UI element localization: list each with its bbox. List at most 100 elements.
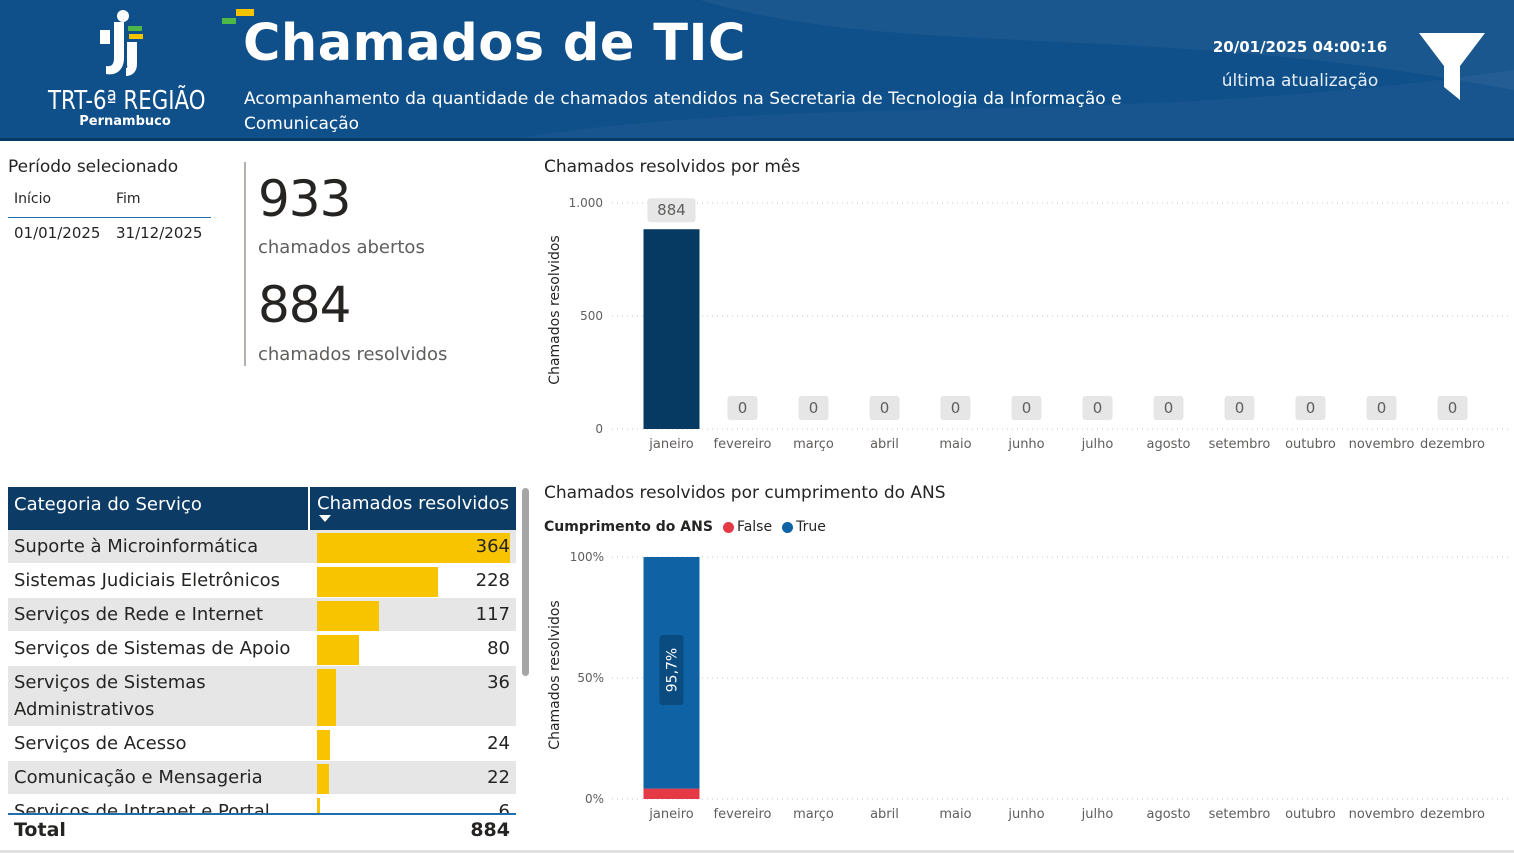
total-label: Total	[14, 819, 66, 841]
x-tick-label: agosto	[1147, 807, 1191, 822]
data-label-novembro: 0	[1377, 399, 1387, 417]
category-count: 22	[487, 767, 510, 788]
x-tick-label: abril	[870, 437, 899, 452]
x-tick-label: março	[793, 437, 834, 452]
data-label-bg	[1011, 396, 1042, 420]
data-bar	[317, 764, 329, 794]
legend-true-marker	[782, 521, 794, 533]
period-table-row: 01/01/2025 31/12/2025	[8, 218, 211, 248]
data-label-dezembro: 0	[1448, 399, 1458, 417]
bar-true-janeiro	[643, 557, 700, 789]
category-name: Sistemas Judiciais Eletrônicos	[14, 570, 280, 591]
category-value-cell: 228	[310, 564, 516, 597]
table-row[interactable]: Serviços de Rede e Internet 117	[8, 598, 516, 632]
table-row[interactable]: Comunicação e Mensageria 22	[8, 761, 516, 795]
category-count: 24	[487, 733, 510, 754]
category-value-cell: 24	[310, 727, 516, 760]
resolved-column-header-label: Chamados resolvidos	[317, 493, 510, 514]
data-label-abril: 0	[880, 399, 890, 417]
ans-chart-ylabel: Chamados resolvidos	[547, 600, 563, 750]
data-label-bg	[940, 396, 971, 420]
logo-text: TRT-6ª REGIÃO	[48, 86, 206, 116]
y-tick-label: 1.000	[569, 196, 603, 210]
data-label-julho: 0	[1093, 399, 1103, 417]
data-label-bg	[869, 396, 900, 420]
category-table-body: Suporte à Microinformática 364 Sistemas Ju…	[8, 530, 516, 813]
y-tick-label: 100%	[570, 550, 604, 564]
resolved-label: chamados resolvidos	[258, 344, 448, 365]
x-tick-label: agosto	[1147, 437, 1191, 452]
data-bar	[317, 669, 337, 726]
data-bar	[317, 635, 360, 665]
x-tick-label: setembro	[1209, 437, 1271, 452]
x-tick-label: janeiro	[648, 437, 693, 452]
table-row[interactable]: Serviços de Sistemas de Apoio 80	[8, 632, 516, 666]
category-value-cell: 80	[310, 632, 516, 665]
trt6-logo: TRT-6ª REGIÃO Pernambuco	[40, 8, 210, 133]
data-bar	[317, 601, 380, 631]
x-tick-label: outubro	[1285, 807, 1336, 822]
x-tick-label: junho	[1007, 807, 1044, 822]
period-start-value: 01/01/2025	[14, 224, 101, 242]
logo-symbol-icon	[100, 10, 143, 76]
data-bar	[317, 730, 330, 760]
table-scrollbar[interactable]	[522, 488, 529, 676]
data-label-bg	[1295, 396, 1326, 420]
page-title: Chamados de TIC	[243, 14, 746, 73]
data-label-bg	[1366, 396, 1397, 420]
y-tick-label: 500	[580, 309, 603, 323]
category-name: Serviços de Rede e Internet	[14, 604, 264, 625]
category-count: 6	[498, 801, 510, 813]
opened-label: chamados abertos	[258, 237, 425, 258]
legend-false-label: False	[736, 519, 773, 535]
data-label-bg	[1153, 396, 1184, 420]
data-label-bg	[659, 635, 684, 705]
data-label-outubro: 0	[1306, 399, 1316, 417]
data-label-março: 0	[809, 399, 819, 417]
x-tick-label: novembro	[1349, 807, 1415, 822]
y-tick-label: 0	[595, 422, 603, 436]
data-label-bg	[1082, 396, 1113, 420]
category-count: 364	[475, 536, 510, 557]
data-label-janeiro: 884	[657, 201, 686, 219]
table-row[interactable]: Sistemas Judiciais Eletrônicos 228	[8, 564, 516, 598]
data-label-fevereiro: 0	[738, 399, 748, 417]
opened-count: 933	[258, 170, 351, 228]
data-label-bg	[647, 198, 696, 223]
category-count: 117	[475, 604, 510, 625]
category-column-header[interactable]: Categoria do Serviço	[8, 487, 310, 530]
category-name: Suporte à Microinformática	[14, 536, 259, 557]
data-label-bg	[798, 396, 829, 420]
page-subtitle: Acompanhamento da quantidade de chamados…	[244, 89, 1122, 134]
y-tick-label: 50%	[577, 671, 604, 685]
legend-item-false[interactable]: False	[722, 519, 773, 535]
category-table: Categoria do Serviço Chamados resolvidos…	[8, 487, 516, 813]
legend-item-true[interactable]: True	[782, 519, 826, 535]
data-label-maio: 0	[951, 399, 961, 417]
x-tick-label: abril	[870, 807, 899, 822]
category-count: 228	[475, 570, 510, 591]
legend-true-label: True	[796, 519, 826, 535]
table-total-row: Total 884	[8, 813, 516, 847]
filter-icon[interactable]	[1416, 30, 1488, 102]
logo-subtext: Pernambuco	[79, 114, 171, 129]
category-value-cell: 364	[310, 530, 516, 563]
period-table-header: Início Fim	[8, 188, 211, 218]
monthly-chart-ylabel: Chamados resolvidos	[547, 235, 563, 385]
category-value-cell: 6	[310, 795, 516, 813]
category-count: 80	[487, 638, 510, 659]
resolved-column-header[interactable]: Chamados resolvidos	[310, 487, 516, 530]
table-row[interactable]: Serviços de Intranet e Portal 6	[8, 795, 516, 813]
x-tick-label: dezembro	[1420, 437, 1485, 452]
table-row[interactable]: Serviços de Sistemas Administrativos 36	[8, 666, 516, 727]
x-tick-label: maio	[939, 807, 971, 822]
ans-chart-legend: Cumprimento do ANS False True	[544, 519, 832, 535]
x-tick-label: fevereiro	[714, 807, 772, 822]
table-row[interactable]: Suporte à Microinformática 364	[8, 530, 516, 564]
data-label-agosto: 0	[1164, 399, 1174, 417]
x-tick-label: fevereiro	[714, 437, 772, 452]
category-table-header: Categoria do Serviço Chamados resolvidos	[8, 487, 516, 530]
category-name: Serviços de Acesso	[14, 733, 187, 754]
period-title: Período selecionado	[8, 157, 179, 177]
table-row[interactable]: Serviços de Acesso 24	[8, 727, 516, 761]
